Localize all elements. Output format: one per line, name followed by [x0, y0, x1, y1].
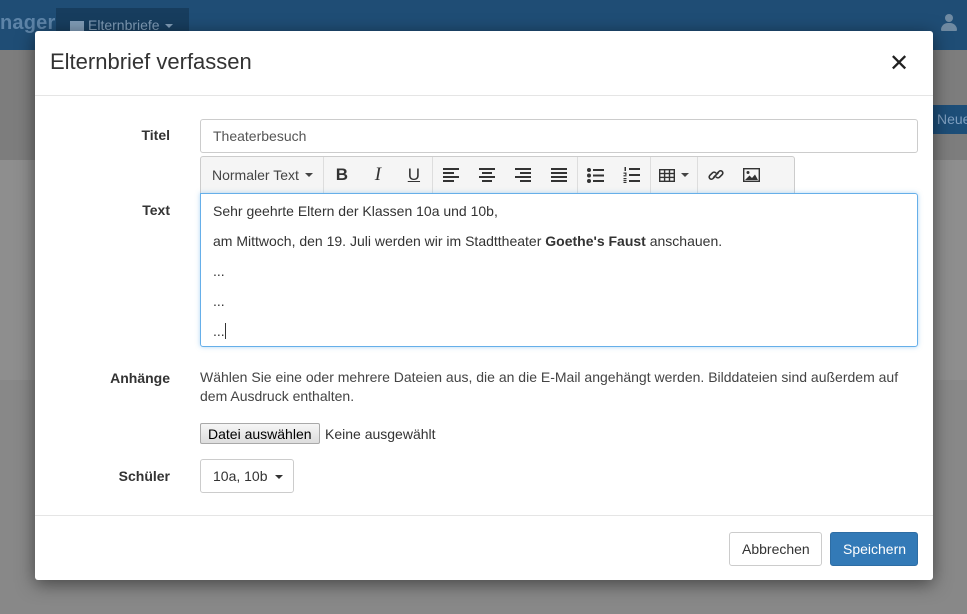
editor-toolbar: Normaler Text B I U — [200, 156, 795, 193]
align-right-icon — [514, 168, 531, 182]
compose-letter-modal: Elternbrief verfassen ✕ Titel Normaler T… — [35, 31, 933, 580]
table-dropdown-button[interactable] — [651, 157, 697, 193]
underline-button[interactable]: U — [396, 157, 432, 193]
text-label: Text — [142, 202, 170, 218]
students-label: Schüler — [118, 468, 170, 484]
title-input[interactable] — [200, 119, 918, 153]
attachments-help-text: Wählen Sie eine oder mehrere Dateien aus… — [200, 369, 899, 404]
text-cursor — [224, 323, 226, 339]
editor-line: am Mittwoch, den 19. Juli werden wir im … — [213, 233, 723, 249]
choose-file-button[interactable]: Datei auswählen — [200, 423, 320, 444]
editor-line: Sehr geehrte Eltern der Klassen 10a und … — [213, 203, 498, 219]
align-left-button[interactable] — [433, 157, 469, 193]
save-button[interactable]: Speichern — [830, 532, 918, 566]
bullet-list-icon — [587, 167, 605, 183]
bullet-list-button[interactable] — [578, 157, 614, 193]
modal-footer: Abbrechen Speichern — [35, 515, 933, 580]
numbered-list-icon — [623, 167, 641, 183]
new-button[interactable]: Neue — [932, 105, 967, 134]
cancel-button[interactable]: Abbrechen — [729, 532, 822, 566]
italic-icon: I — [374, 164, 382, 185]
rich-text-editor[interactable]: Sehr geehrte Eltern der Klassen 10a und … — [200, 193, 918, 347]
envelope-icon — [70, 21, 84, 31]
attachments-label: Anhänge — [110, 370, 170, 386]
students-select-value: 10a, 10b — [213, 468, 268, 484]
caret-down-icon — [304, 173, 313, 177]
editor-line: ... — [213, 263, 225, 279]
modal-title: Elternbrief verfassen — [50, 49, 252, 74]
bold-icon: B — [335, 165, 349, 184]
caret-down-icon — [680, 173, 689, 177]
align-center-icon — [478, 168, 495, 182]
editor-line: ... — [213, 323, 226, 339]
modal-header: Elternbrief verfassen ✕ — [35, 31, 933, 96]
image-button[interactable] — [734, 157, 770, 193]
align-left-icon — [442, 168, 459, 182]
text-style-dropdown[interactable]: Normaler Text — [201, 157, 323, 193]
students-select[interactable]: 10a, 10b — [200, 459, 294, 493]
bold-button[interactable]: B — [324, 157, 360, 193]
align-justify-button[interactable] — [541, 157, 577, 193]
link-icon — [708, 170, 724, 180]
editor-line: ... — [213, 293, 225, 309]
file-status: Keine ausgewählt — [325, 426, 436, 442]
image-icon — [743, 168, 761, 182]
italic-button[interactable]: I — [360, 157, 396, 193]
caret-down-icon — [164, 24, 173, 28]
align-right-button[interactable] — [505, 157, 541, 193]
title-label: Titel — [141, 127, 170, 143]
underline-icon: U — [407, 165, 421, 184]
caret-down-icon — [275, 475, 283, 479]
table-icon — [658, 168, 675, 182]
align-justify-icon — [550, 168, 567, 182]
align-center-button[interactable] — [469, 157, 505, 193]
text-style-label: Normaler Text — [212, 167, 299, 183]
numbered-list-button[interactable] — [614, 157, 650, 193]
close-button[interactable]: ✕ — [887, 51, 911, 75]
link-button[interactable] — [698, 157, 734, 193]
user-icon[interactable] — [941, 14, 957, 32]
